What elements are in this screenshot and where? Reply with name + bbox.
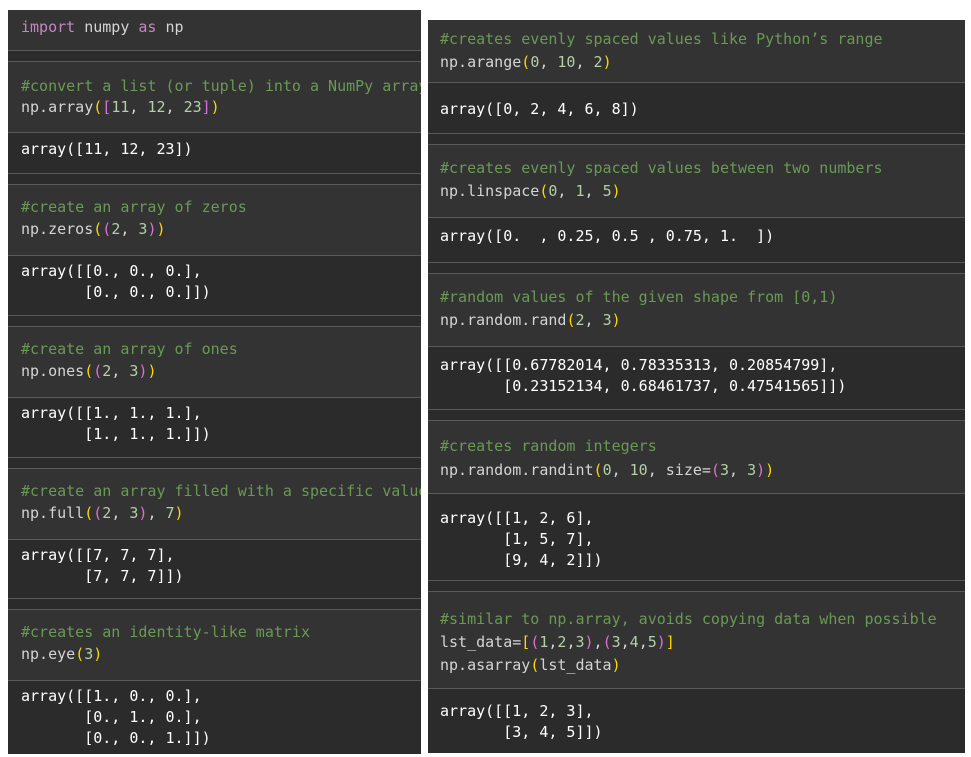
output-line: array([[1., 0., 0.], (21, 687, 202, 705)
code-line: np.linspace(0, 1, 5) (440, 182, 621, 200)
code-comment: #creates an identity-like matrix (21, 623, 310, 641)
keyword-as: as (138, 18, 157, 36)
output-area: array([[7, 7, 7], [7, 7, 7]]) (8, 540, 421, 598)
output-area: array([[1., 0., 0.], [0., 1., 0.], [0., … (8, 681, 421, 754)
cell-divider (8, 315, 421, 316)
code-cell[interactable]: #creates an identity-like matrix np.eye(… (8, 610, 421, 680)
code-comment: #convert a list (or tuple) into a NumPy … (21, 77, 421, 95)
output-line: array([[0., 0., 0.], (21, 262, 202, 280)
code-line: np.arange(0, 10, 2) (440, 53, 612, 71)
code-line: np.random.rand(2, 3) (440, 311, 621, 329)
code-comment: #creates evenly spaced values between tw… (440, 159, 883, 177)
output-line: [1, 5, 7], (440, 530, 594, 548)
code-line: np.array([11, 12, 23]) (21, 98, 220, 116)
code-line: lst_data=[(1,2,3),(3,4,5)] (440, 633, 675, 651)
output-line: [0., 1., 0.], (21, 708, 202, 726)
output-line: array([0, 2, 4, 6, 8]) (440, 100, 639, 118)
output-line: array([[0.67782014, 0.78335313, 0.208547… (440, 356, 838, 374)
output-line: [7, 7, 7]]) (21, 567, 184, 585)
code-comment: #create an array filled with a specific … (21, 482, 421, 500)
code-cell[interactable]: #create an array of zeros np.zeros((2, 3… (8, 185, 421, 255)
code-cell[interactable]: #random values of the given shape from [… (428, 274, 965, 346)
cell-divider (8, 50, 421, 51)
code-line: np.ones((2, 3)) (21, 362, 157, 380)
output-line: array([[7, 7, 7], (21, 546, 175, 564)
output-line: array([0. , 0.25, 0.5 , 0.75, 1. ]) (440, 227, 775, 245)
code-comment: #creates evenly spaced values like Pytho… (440, 30, 883, 48)
output-area: array([[1., 1., 1.], [1., 1., 1.]]) (8, 398, 421, 458)
code-line: np.full((2, 3), 7) (21, 504, 184, 522)
output-area: array([11, 12, 23]) (8, 133, 421, 173)
code-cell[interactable]: #convert a list (or tuple) into a NumPy … (8, 62, 421, 132)
code-line: np.eye(3) (21, 645, 103, 663)
output-area: array([[1, 2, 6], [1, 5, 7], [9, 4, 2]]) (428, 494, 965, 579)
code-comment: #create an array of ones (21, 340, 238, 358)
cell-divider (428, 580, 965, 581)
output-area: array([0, 2, 4, 6, 8]) (428, 83, 965, 132)
output-line: [0., 0., 0.]]) (21, 283, 211, 301)
top-strip (820, 0, 965, 20)
output-line: [1., 1., 1.]]) (21, 425, 211, 443)
code-cell[interactable]: #creates evenly spaced values like Pytho… (428, 20, 965, 82)
code-cell[interactable]: #creates evenly spaced values between tw… (428, 145, 965, 217)
output-area: array([[0., 0., 0.], [0., 0., 0.]]) (8, 256, 421, 316)
notebook-panel-left: import numpy as np #convert a list (or t… (8, 10, 421, 754)
code-cell[interactable]: #create an array of ones np.ones((2, 3)) (8, 327, 421, 397)
code-line: np.random.randint(0, 10, size=(3, 3)) (440, 461, 775, 479)
output-area: array([0. , 0.25, 0.5 , 0.75, 1. ]) (428, 218, 965, 262)
keyword-import: import (21, 18, 76, 36)
notebook-panel-right: #creates evenly spaced values like Pytho… (428, 20, 965, 753)
code-line: np.asarray(lst_data) (440, 656, 621, 674)
cell-divider (428, 409, 965, 410)
output-area: array([[0.67782014, 0.78335313, 0.208547… (428, 347, 965, 408)
output-line: [9, 4, 2]]) (440, 551, 603, 569)
output-line: [0.23152134, 0.68461737, 0.47541565]]) (440, 377, 847, 395)
code-cell[interactable]: #similar to np.array, avoids copying dat… (428, 592, 965, 688)
code-comment: #creates random integers (440, 437, 657, 455)
cell-divider (428, 133, 965, 134)
code-line: import numpy as np (21, 18, 184, 36)
code-comment: #create an array of zeros (21, 198, 247, 216)
code-cell[interactable]: #creates random integers np.random.randi… (428, 421, 965, 493)
code-comment: #random values of the given shape from [… (440, 288, 838, 306)
output-line: array([[1., 1., 1.], (21, 404, 202, 422)
code-comment: #similar to np.array, avoids copying dat… (440, 610, 937, 628)
code-cell[interactable]: #create an array filled with a specific … (8, 469, 421, 539)
output-area: array([[1, 2, 3], [3, 4, 5]]) (428, 689, 965, 753)
output-line: array([[1, 2, 3], (440, 702, 594, 720)
code-cell[interactable]: import numpy as np (8, 10, 421, 50)
output-line: array([11, 12, 23]) (21, 140, 193, 158)
cell-divider (428, 262, 965, 263)
output-line: [3, 4, 5]]) (440, 723, 603, 741)
output-line: [0., 0., 1.]]) (21, 729, 211, 747)
output-line: array([[1, 2, 6], (440, 509, 594, 527)
cell-divider (8, 598, 421, 599)
code-line: np.zeros((2, 3)) (21, 220, 166, 238)
cell-divider (8, 457, 421, 458)
cell-divider (8, 173, 421, 174)
